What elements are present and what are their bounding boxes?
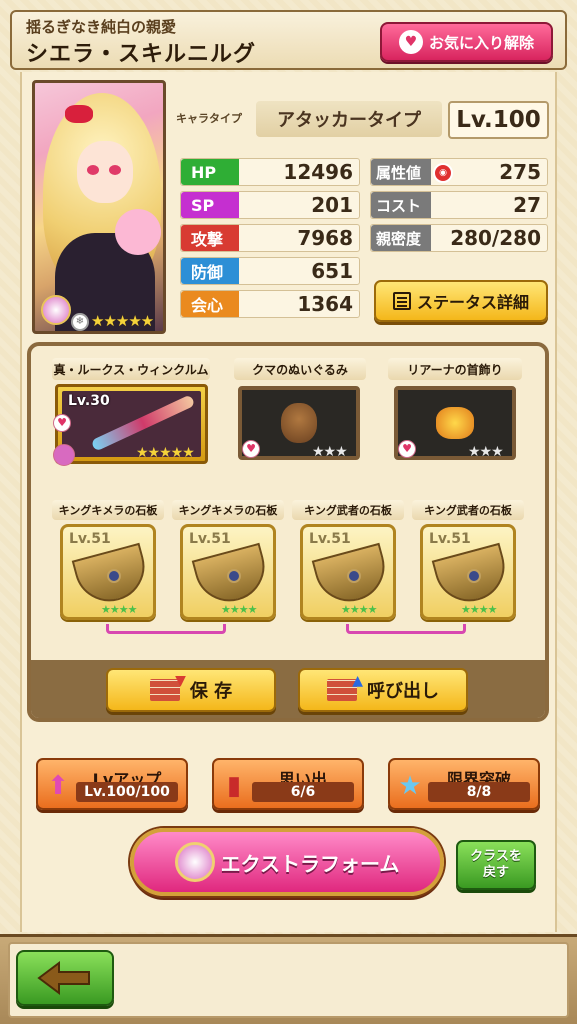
stat-value: 27: [513, 193, 541, 217]
stat-hp: HP 12496: [180, 158, 360, 186]
accessory-title: クマのぬいぐるみ: [234, 358, 366, 380]
stone-slot[interactable]: Lv.51 ★★★★: [180, 524, 276, 620]
stat-value: 7968: [297, 226, 353, 250]
stat-critical: 会心 1364: [180, 290, 360, 318]
save-label: 保 存: [189, 681, 233, 702]
accessory-stars: ★★★: [468, 444, 504, 460]
stat-attribute: 属性値 ◉ 275: [370, 158, 548, 186]
portrait-eye: [87, 165, 99, 175]
back-button[interactable]: [16, 950, 114, 1006]
portrait-face: [77, 141, 133, 203]
class-emblem-icon: [174, 842, 215, 882]
stat-value: 275: [499, 160, 541, 184]
stone-level: Lv.51: [69, 531, 111, 547]
list-icon: [392, 292, 411, 310]
portrait-cotton-candy: [115, 209, 161, 255]
stat-value: 651: [311, 259, 353, 283]
weapon-title: 真・ルークス・ウィンクルム: [52, 358, 210, 380]
stone-level: Lv.51: [189, 531, 231, 547]
stat-value: 1364: [297, 292, 353, 316]
stat-label: 属性値: [371, 159, 431, 185]
stat-label: 攻撃: [181, 225, 239, 251]
stat-label: 会心: [181, 291, 239, 317]
stat-value: 280/280: [450, 226, 541, 250]
character-portrait[interactable]: ❄ ★★★★★: [32, 80, 166, 334]
limit-break-button[interactable]: ★ 限界突破 8/8: [388, 758, 540, 810]
stone-set-link: [346, 624, 466, 634]
stone-gem: [467, 569, 481, 583]
extra-form-label: エクストラフォーム: [220, 851, 400, 876]
status-detail-label: ステータス詳細: [416, 293, 529, 312]
stone-stars: ★★★★: [461, 603, 497, 616]
stat-label: HP: [181, 159, 239, 185]
stat-value: 12496: [283, 160, 353, 184]
weapon-slot[interactable]: Lv.30 ★★★★★: [55, 384, 208, 464]
rarity-stars: ★★★★★: [91, 312, 154, 330]
char-type-label: キャラタイプ: [176, 112, 242, 125]
stat-cost: コスト 27: [370, 191, 548, 219]
stat-label: 親密度: [371, 225, 431, 251]
stone-title: キングキメラの石板: [52, 500, 164, 520]
stat-defense: 防御 651: [180, 257, 360, 285]
heart-lock-icon: ♥: [53, 414, 71, 432]
stat-affection: 親密度 280/280: [370, 224, 548, 252]
stat-sp: SP 201: [180, 191, 360, 219]
stat-label: 防御: [181, 258, 239, 284]
stone-set-link: [106, 624, 226, 634]
heart-lock-icon: ♥: [242, 440, 260, 458]
favorite-remove-label: お気に入り解除: [428, 33, 534, 52]
memories-value: 6/6: [252, 782, 354, 802]
stone-stars: ★★★★: [221, 603, 257, 616]
accessory-title: リアーナの首飾り: [388, 358, 522, 380]
weapon-level: Lv.30: [68, 393, 110, 409]
save-equipment-button[interactable]: ▼ 保 存: [106, 668, 276, 712]
element-snow-icon: ❄: [71, 313, 89, 331]
necklace-icon: [436, 407, 474, 439]
favorite-remove-button[interactable]: ♥ お気に入り解除: [380, 22, 553, 62]
stone-level: Lv.51: [309, 531, 351, 547]
character-level: Lv.100: [448, 101, 549, 139]
character-name: シエラ・スキルニルグ: [26, 42, 257, 67]
stat-attack: 攻撃 7968: [180, 224, 360, 252]
char-type-value: アタッカータイプ: [256, 101, 442, 137]
stone-stars: ★★★★: [101, 603, 137, 616]
level-up-value: Lv.100/100: [76, 782, 178, 802]
stone-title: キング武者の石板: [412, 500, 524, 520]
limit-break-value: 8/8: [428, 782, 530, 802]
class-emblem-icon: [41, 295, 71, 325]
stone-gem: [347, 569, 361, 583]
load-label: 呼び出し: [367, 681, 439, 702]
class-emblem-icon: [53, 444, 75, 466]
stone-gem: [227, 569, 241, 583]
level-up-button[interactable]: ⬆ Lvアップ Lv.100/100: [36, 758, 188, 810]
extra-form-button[interactable]: エクストラフォーム: [130, 828, 444, 896]
class-revert-button[interactable]: クラスを 戻す: [456, 840, 536, 890]
stat-value: 201: [311, 193, 353, 217]
stone-stars: ★★★★: [341, 603, 377, 616]
save-brick-icon: ▼: [149, 673, 186, 701]
stone-title: キング武者の石板: [292, 500, 404, 520]
stat-label: SP: [181, 192, 239, 218]
stone-slot[interactable]: Lv.51 ★★★★: [420, 524, 516, 620]
teddy-bear-icon: [281, 403, 317, 443]
portrait-eye: [109, 165, 121, 175]
stone-gem: [107, 569, 121, 583]
fire-element-icon: ◉: [433, 163, 453, 183]
heart-lock-icon: ♥: [398, 440, 416, 458]
heart-lock-icon: ♥: [398, 30, 423, 54]
stone-level: Lv.51: [429, 531, 471, 547]
stone-slot[interactable]: Lv.51 ★★★★: [300, 524, 396, 620]
load-equipment-button[interactable]: ▲ 呼び出し: [298, 668, 468, 712]
memories-button[interactable]: ▮ 思い出 6/6: [212, 758, 364, 810]
load-brick-icon: ▲: [327, 673, 363, 701]
back-arrow-icon: [37, 961, 90, 995]
status-detail-button[interactable]: ステータス詳細: [374, 280, 548, 322]
character-subtitle: 揺るぎなき純白の親愛: [26, 18, 177, 36]
stat-label: コスト: [371, 192, 431, 218]
stone-slot[interactable]: Lv.51 ★★★★: [60, 524, 156, 620]
stone-title: キングキメラの石板: [172, 500, 284, 520]
accessory-stars: ★★★: [312, 444, 348, 460]
weapon-stars: ★★★★★: [136, 445, 195, 461]
portrait-ribbon: [65, 105, 93, 123]
